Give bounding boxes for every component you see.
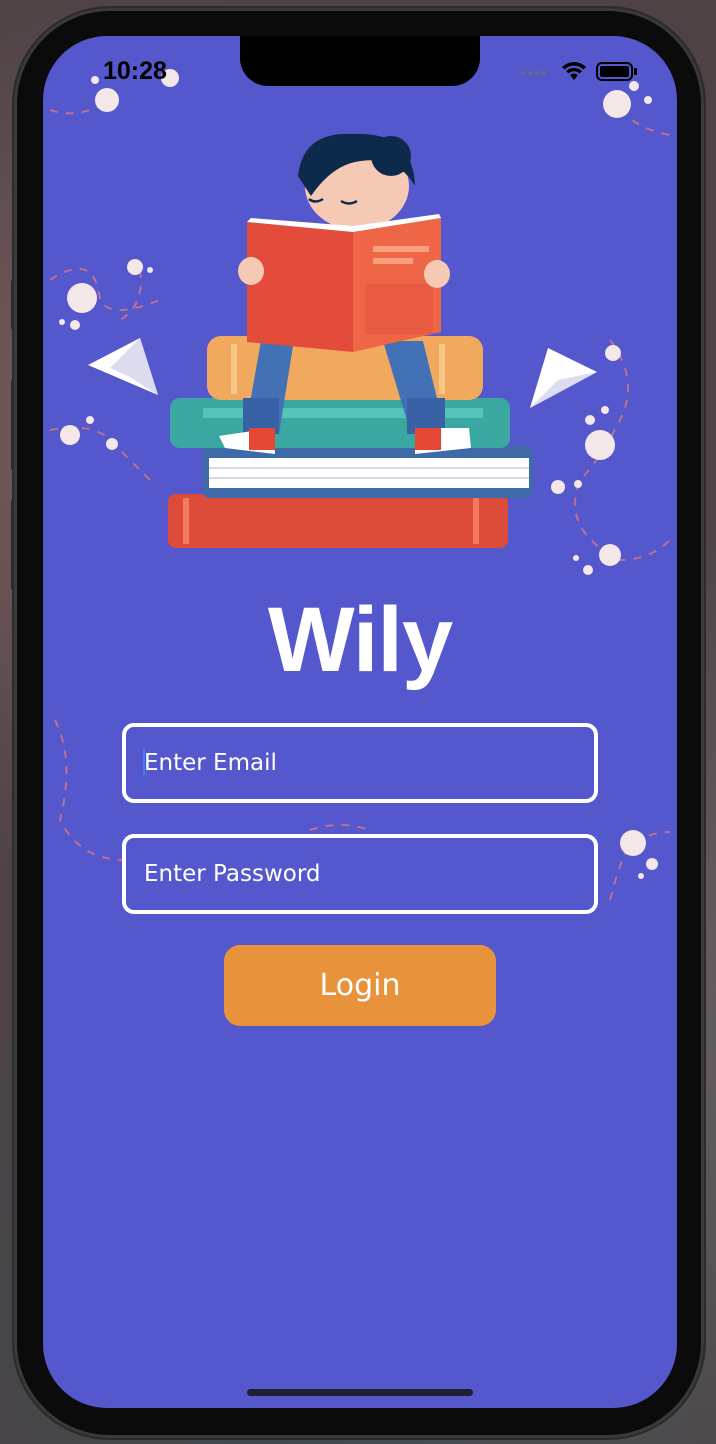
wifi-icon (562, 62, 586, 80)
cellular-signal-icon (521, 71, 546, 75)
login-button[interactable]: Login (224, 945, 496, 1026)
email-field[interactable] (122, 723, 598, 803)
app-brand-title: Wily (267, 589, 453, 691)
email-input[interactable] (126, 727, 594, 799)
battery-icon (596, 62, 637, 81)
password-field[interactable] (122, 834, 598, 914)
status-bar-time: 10:28 (103, 57, 167, 85)
text-cursor (143, 749, 145, 775)
child-reading-on-books-illustration (168, 133, 533, 548)
password-input[interactable] (126, 838, 594, 910)
home-indicator[interactable] (247, 1389, 473, 1396)
device-notch (240, 36, 480, 86)
